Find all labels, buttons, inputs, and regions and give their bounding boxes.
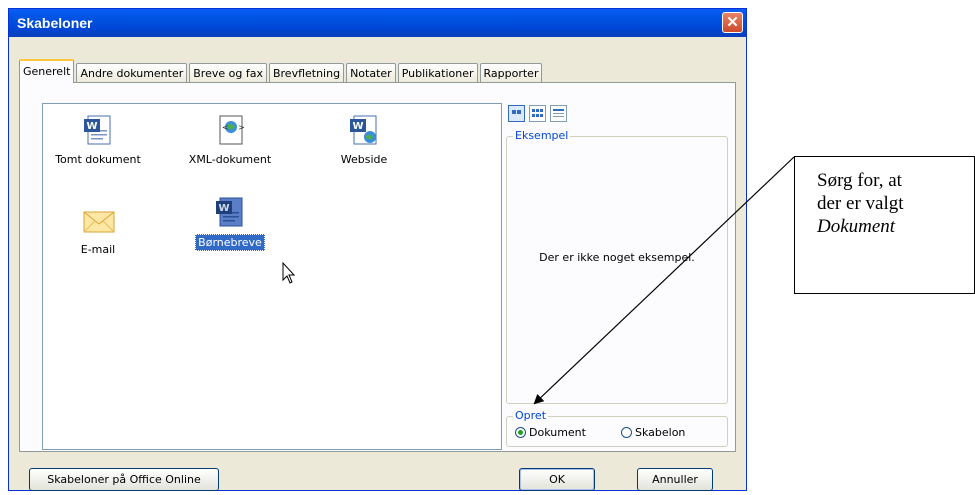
callout-emphasis: Dokument — [817, 216, 896, 237]
callout-line-2: der er valgt — [817, 193, 904, 214]
callout-line-1: Sørg for, at — [817, 170, 902, 191]
instruction-callout: Sørg for, at der er valgt Dokument — [794, 156, 975, 294]
tab-generelt[interactable]: Generelt — [19, 59, 75, 83]
callout-line-3: Dokument — [817, 215, 974, 238]
